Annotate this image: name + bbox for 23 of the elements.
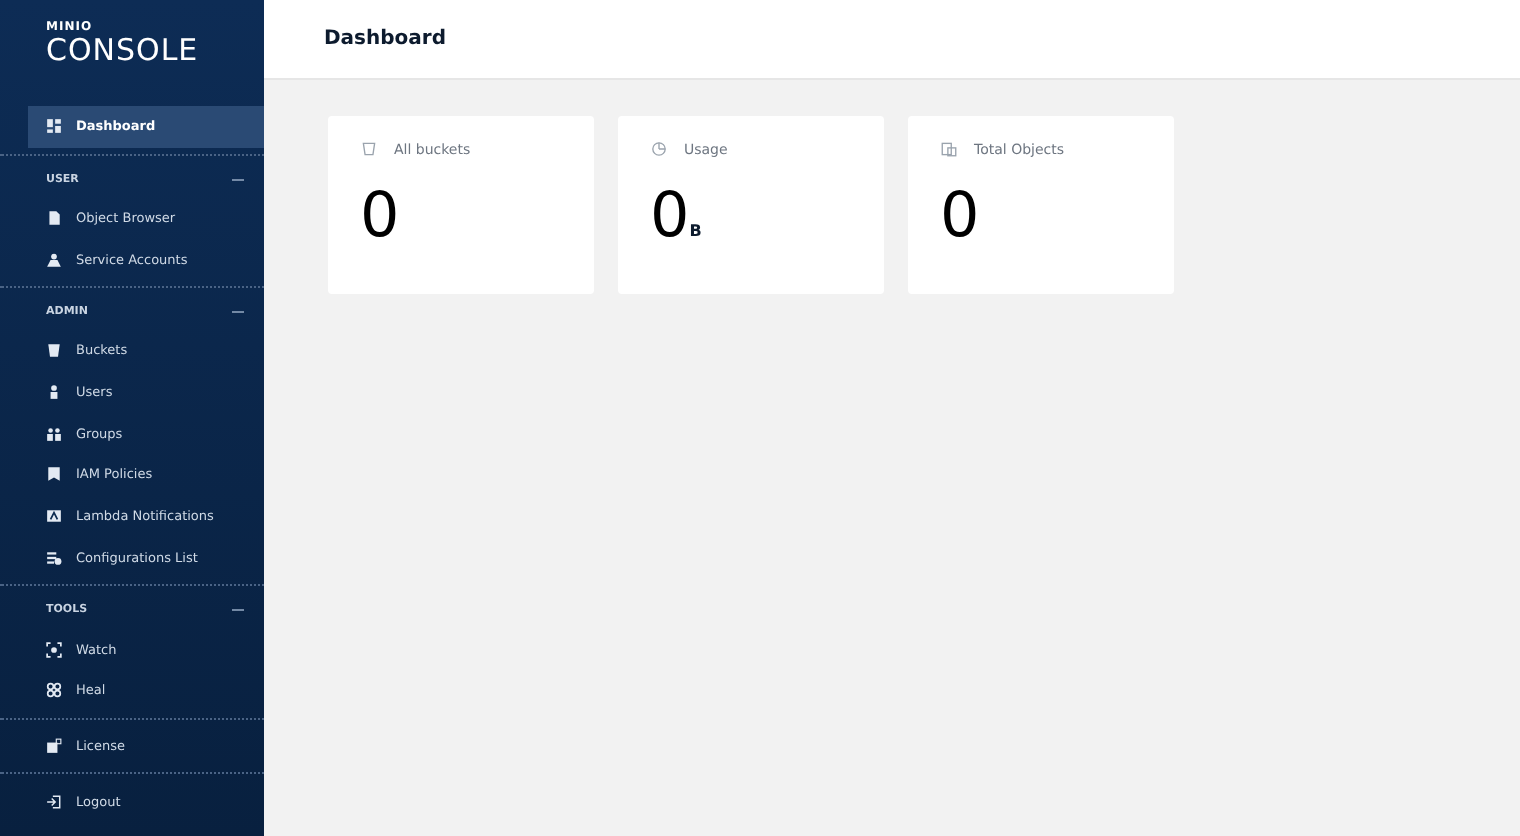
collapse-icon[interactable] bbox=[232, 306, 244, 319]
dashboard-icon bbox=[46, 118, 62, 135]
unit-label: B bbox=[689, 222, 702, 240]
bucket-icon bbox=[360, 140, 378, 158]
bucket-icon bbox=[46, 342, 62, 359]
stat-value: 0 bbox=[360, 182, 400, 250]
circles-icon bbox=[46, 682, 62, 699]
collapse-icon[interactable] bbox=[232, 604, 244, 617]
user-icon bbox=[46, 384, 62, 401]
collapse-icon[interactable] bbox=[232, 173, 244, 186]
logout-icon bbox=[46, 793, 62, 810]
group-icon bbox=[46, 425, 62, 442]
list-icon bbox=[46, 549, 62, 566]
target-icon bbox=[46, 641, 62, 658]
document-icon bbox=[46, 210, 62, 227]
stat-value: 0 bbox=[940, 182, 980, 250]
pie-chart-icon bbox=[650, 140, 668, 158]
copy-icon bbox=[940, 140, 958, 158]
bookmark-icon bbox=[46, 466, 62, 483]
person-icon bbox=[46, 251, 62, 268]
stat-value: 0 bbox=[650, 182, 690, 250]
app-name: CONSOLE bbox=[46, 34, 201, 66]
page-title: Dashboard bbox=[324, 28, 446, 50]
